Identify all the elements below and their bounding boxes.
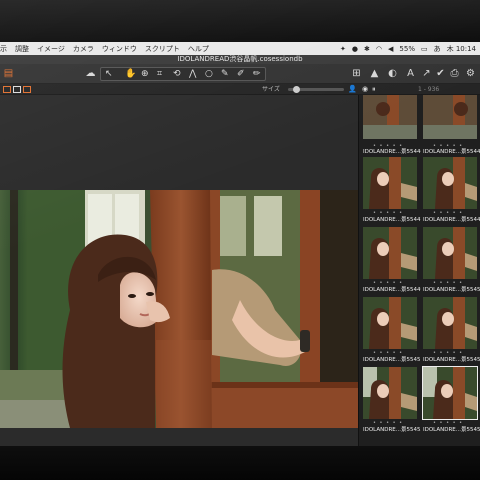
thumbnail-cell[interactable]: • • • • • IDOLANDRE...景5545 (421, 225, 480, 295)
single-view-icon[interactable] (13, 86, 21, 93)
thumbnail-image (363, 227, 417, 279)
thumbnail-filename: IDOLANDRE...景55451.CR2 (363, 357, 421, 363)
volume-icon[interactable]: ◀ (388, 45, 393, 53)
window-title: IDOLANDREAD渋谷晶帆.cosessiondb (0, 55, 480, 64)
macos-menu-bar: 示 調整 イメージ カメラ ウィンドウ スクリプト ヘルプ ✦ ● ✱ ◠ ◀ … (0, 42, 480, 55)
size-label: サイズ (262, 86, 280, 93)
brush-tool-icon[interactable]: ✎ (221, 68, 229, 80)
thumbnail-filename: IDOLANDRE...景55453.CR2 (363, 427, 421, 433)
thumbnail-filename: IDOLANDRE...景5545 (423, 287, 480, 293)
viewer-photo (0, 190, 358, 428)
thumbnail-image (363, 297, 417, 349)
import-icon[interactable]: ▤ (2, 67, 15, 80)
text-icon[interactable]: A (404, 67, 417, 80)
menu-item-image[interactable]: イメージ (37, 44, 65, 54)
annotate-tool-icon[interactable]: ✏ (253, 68, 261, 80)
warning-icon[interactable]: ▲ (368, 67, 381, 80)
keystone-tool-icon[interactable]: ⋀ (189, 68, 196, 80)
dropbox-icon[interactable]: ✦ (340, 45, 346, 53)
grid-icon[interactable]: ⊞ (350, 67, 363, 80)
thumbnail-filename: IDOLANDRE...景5544 (423, 149, 480, 155)
menu-item-scripts[interactable]: スクリプト (145, 44, 180, 54)
filter-icon[interactable]: ⏸ (372, 84, 376, 95)
menu-item-window[interactable]: ウィンドウ (102, 44, 137, 54)
monitor-bezel-top (0, 0, 480, 42)
cursor-icon[interactable]: ↗ (420, 67, 433, 80)
thumbnail-image (423, 95, 477, 139)
thumbnail-image (423, 157, 477, 209)
thumbnail-cell-selected[interactable]: • • • • • IDOLANDRE...景5545 (421, 365, 480, 435)
eye-icon[interactable]: ◉ (362, 84, 368, 95)
crop-tool-icon[interactable]: ⌗ (157, 68, 162, 80)
viewer-subbar: サイズ 👤 ◉ ⏸ 1 - 936 (0, 84, 480, 95)
thumbnail-image (423, 297, 477, 349)
thumbnail-image (363, 95, 417, 139)
thumbnail-cell[interactable]: • • • • • IDOLANDRE...景55451.CR2 (361, 295, 421, 365)
rotate-tool-icon[interactable]: ⟲ (173, 68, 181, 80)
thumbnail-cell[interactable]: • • • • • IDOLANDRE...景55449.CR2 (361, 225, 421, 295)
spot-removal-tool-icon[interactable]: ○ (205, 68, 213, 80)
settings-gear-icon[interactable]: ⚙ (464, 67, 477, 80)
picker-tool-icon[interactable]: ✐ (237, 68, 245, 80)
thumbnail-image (363, 367, 417, 419)
multi-view-icon[interactable] (23, 86, 31, 93)
menu-item-help[interactable]: ヘルプ (188, 44, 209, 54)
thumbnail-image (422, 366, 478, 420)
thumbnail-cell[interactable]: • • • • • IDOLANDRE...景55447.CR2 (361, 155, 421, 225)
wifi-icon[interactable]: ◠ (376, 45, 382, 53)
capture-one-window: IDOLANDREAD渋谷晶帆.cosessiondb ▤ ☁ ↖ ✋ ⊕ ⌗ … (0, 55, 480, 446)
bluetooth-icon[interactable]: ✱ (364, 45, 370, 53)
image-browser: • • • • • IDOLANDRE...景55446.CR2 • • • •… (358, 95, 480, 446)
thumbnail-image (423, 227, 477, 279)
menu-item-adjustments[interactable]: 調整 (15, 44, 29, 54)
menu-item-camera[interactable]: カメラ (73, 44, 94, 54)
proof-icon[interactable]: ◐ (386, 67, 399, 80)
thumbnail-cell[interactable]: • • • • • IDOLANDRE...景5544 (421, 155, 480, 225)
battery-icon[interactable]: ▭ (421, 45, 428, 53)
cloud-icon[interactable]: ☁ (84, 67, 97, 80)
user-icon[interactable]: 👤 (348, 84, 357, 95)
pan-tool-icon[interactable]: ✋ (125, 68, 136, 80)
check-icon[interactable]: ✔ (434, 67, 447, 80)
creative-cloud-icon[interactable]: ● (352, 45, 358, 53)
thumbnail-filename: IDOLANDRE...景55449.CR2 (363, 287, 421, 293)
image-counter: 1 - 936 (418, 86, 440, 93)
portrait-photo-image (0, 190, 358, 428)
battery-percent[interactable]: 55% (399, 45, 415, 53)
menu-clock[interactable]: 木 10:14 (447, 44, 476, 54)
thumbnail-image (363, 157, 417, 209)
cursor-tools-group: ↖ ✋ ⊕ ⌗ ⟲ ⋀ ○ ✎ ✐ ✏ (100, 67, 266, 81)
image-viewer[interactable] (0, 95, 358, 446)
thumbnail-cell[interactable]: • • • • • IDOLANDRE...景55453.CR2 (361, 365, 421, 435)
menu-item-view[interactable]: 示 (0, 44, 7, 54)
input-method-icon[interactable]: あ (434, 44, 441, 54)
thumbnail-filename: IDOLANDRE...景5544 (423, 217, 480, 223)
thumbnail-filename: IDOLANDRE...景55447.CR2 (363, 217, 421, 223)
main-toolbar: ▤ ☁ ↖ ✋ ⊕ ⌗ ⟲ ⋀ ○ ✎ ✐ ✏ ⊞ ▲ ◐ A ↗ ✔ ⎙ ⚙ (0, 64, 480, 84)
thumbnail-size-knob[interactable] (292, 86, 300, 93)
pointer-tool-icon[interactable]: ↖ (105, 68, 113, 80)
thumbnail-filename: IDOLANDRE...景5545 (423, 427, 480, 433)
print-icon[interactable]: ⎙ (448, 67, 461, 80)
monitor-bezel-bottom (0, 446, 480, 480)
thumbnail-filename: IDOLANDRE...景5545 (423, 357, 480, 363)
grid-view-icon[interactable] (3, 86, 11, 93)
thumbnail-filename: IDOLANDRE...景55446.CR2 (363, 149, 421, 155)
thumbnail-cell[interactable]: • • • • • IDOLANDRE...景5545 (421, 295, 480, 365)
zoom-tool-icon[interactable]: ⊕ (141, 68, 149, 80)
